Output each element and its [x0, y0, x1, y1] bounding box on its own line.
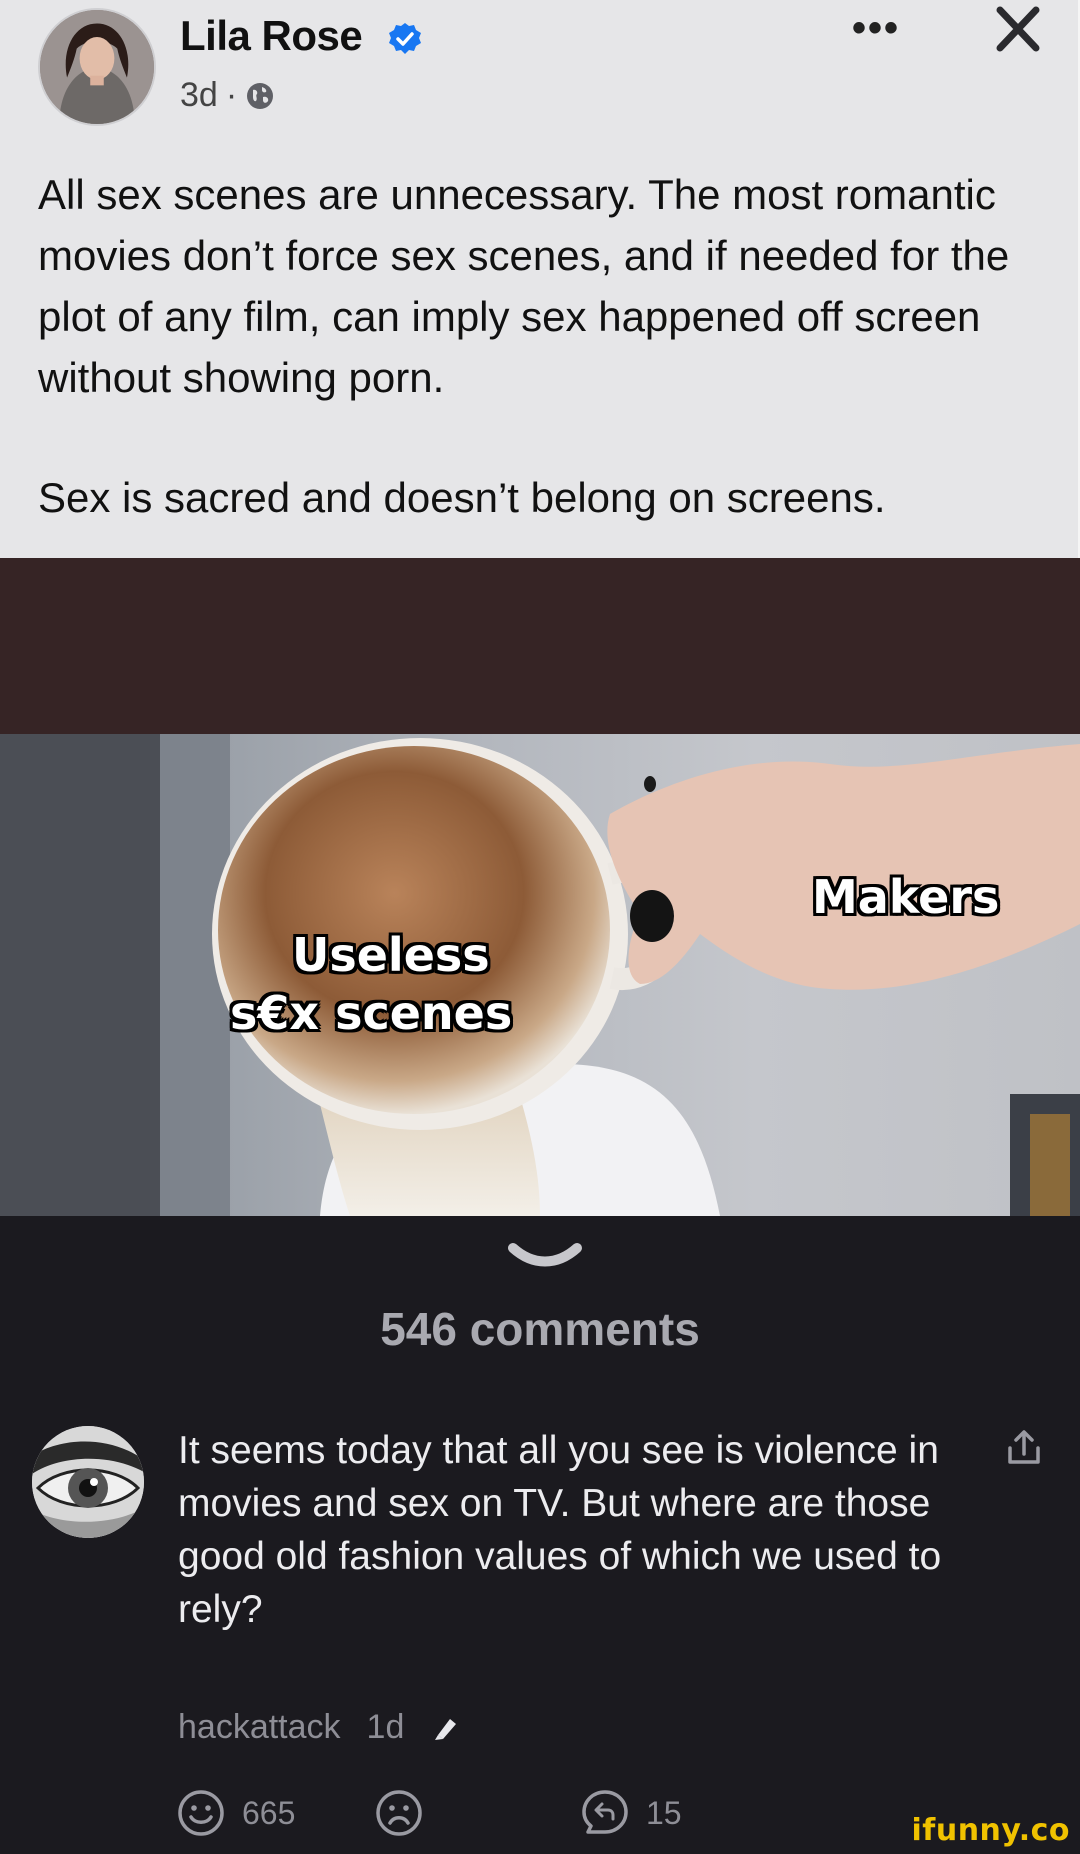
meme-illustration [0, 734, 1080, 1216]
meme-label-scenes: s€x scenes [230, 986, 513, 1040]
smile-button[interactable]: 665 [176, 1788, 295, 1838]
post-card: Lila Rose 3d · ••• All sex scenes are un… [0, 0, 1080, 558]
comment-meta: hackattack 1d [178, 1708, 460, 1747]
unsmile-button[interactable] [374, 1788, 424, 1838]
reply-icon [582, 1790, 628, 1834]
frown-icon [376, 1790, 422, 1836]
post-paragraph: All sex scenes are unnecessary. The most… [38, 171, 1010, 401]
post-meta: 3d · [180, 76, 275, 115]
author-avatar[interactable] [38, 8, 156, 126]
post-time: 3d [180, 76, 218, 114]
pencil-icon [435, 1718, 457, 1740]
meme-label-makers: Makers [812, 870, 1000, 924]
meta-separator: · [225, 76, 238, 114]
smile-count: 665 [242, 1794, 296, 1831]
share-icon[interactable] [1004, 1428, 1044, 1468]
reply-count: 15 [646, 1794, 682, 1831]
comment-username[interactable]: hackattack [178, 1708, 341, 1747]
comments-count: 546 comments [380, 1303, 700, 1355]
meme-label-useless: Useless [292, 928, 490, 982]
reply-button[interactable]: 15 [580, 1788, 682, 1838]
chevron-down-icon[interactable] [505, 1240, 585, 1276]
ifunny-watermark: ifunny.co [911, 1813, 1070, 1848]
author-name[interactable]: Lila Rose [180, 12, 363, 60]
more-options-button[interactable]: ••• [852, 6, 900, 51]
close-icon[interactable] [990, 2, 1046, 58]
post-paragraph: Sex is sacred and doesn’t belong on scre… [38, 474, 886, 521]
image-top-band [0, 558, 1080, 734]
meme-image[interactable]: Makers Useless s€x scenes [0, 734, 1080, 1216]
comment-actions: 665 15 [176, 1788, 876, 1840]
comment-avatar[interactable] [32, 1426, 144, 1538]
globe-icon [247, 82, 274, 109]
comment-text: It seems today that all you see is viole… [178, 1429, 942, 1631]
comment-time: 1d [366, 1708, 405, 1746]
smile-icon [178, 1790, 224, 1836]
verified-badge-icon [389, 23, 421, 54]
post-text: All sex scenes are unnecessary. The most… [38, 164, 1048, 528]
